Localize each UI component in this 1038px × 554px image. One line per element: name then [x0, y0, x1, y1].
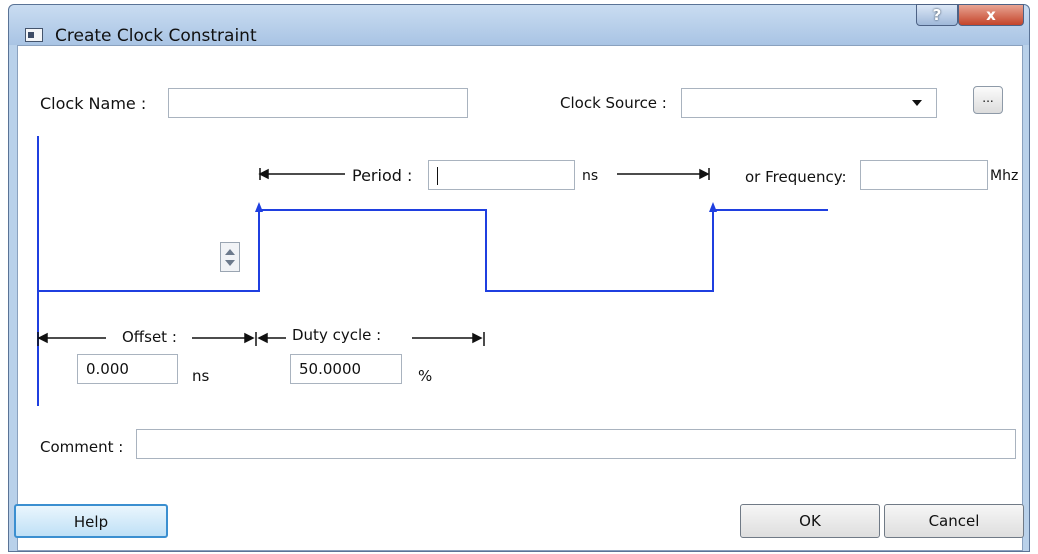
period-label: Period : [352, 166, 413, 185]
offset-unit: ns [192, 367, 210, 385]
browse-label: ... [982, 91, 994, 105]
clock-source-label: Clock Source : [560, 94, 667, 112]
cancel-button[interactable]: Cancel [884, 504, 1024, 538]
help-button[interactable]: Help [14, 504, 168, 538]
close-button[interactable]: x [958, 4, 1024, 26]
offset-input[interactable] [77, 354, 178, 384]
title-bar: Create Clock Constraint ? x [9, 4, 1029, 46]
comment-label: Comment : [40, 438, 124, 456]
browse-button[interactable]: ... [973, 86, 1003, 114]
app-window-icon [25, 28, 43, 42]
clock-name-label: Clock Name : [40, 94, 147, 113]
chevron-down-icon[interactable] [912, 100, 922, 106]
window-title: Create Clock Constraint [55, 26, 257, 46]
period-unit: ns [582, 168, 599, 184]
dialog-body [17, 45, 1023, 551]
frequency-unit: Mhz [990, 168, 1019, 184]
clock-source-dropdown[interactable] [681, 88, 937, 118]
dialog-window: Create Clock Constraint ? x [8, 4, 1030, 552]
help-titlebar-button[interactable]: ? [916, 4, 958, 26]
comment-input[interactable] [136, 429, 1016, 459]
offset-label: Offset : [122, 328, 177, 346]
frequency-label: or Frequency: [745, 168, 847, 186]
text-cursor [437, 166, 438, 185]
spinner-updown-icon[interactable] [220, 242, 240, 272]
clock-name-input[interactable] [168, 88, 468, 118]
duty-cycle-input[interactable] [290, 354, 402, 384]
spinner-down-icon[interactable] [225, 260, 235, 266]
ok-button[interactable]: OK [740, 504, 880, 538]
frequency-input[interactable] [860, 160, 988, 190]
period-input[interactable] [428, 160, 575, 190]
duty-cycle-label: Duty cycle : [292, 326, 382, 344]
spinner-up-icon[interactable] [225, 249, 235, 255]
duty-cycle-unit: % [418, 367, 433, 385]
